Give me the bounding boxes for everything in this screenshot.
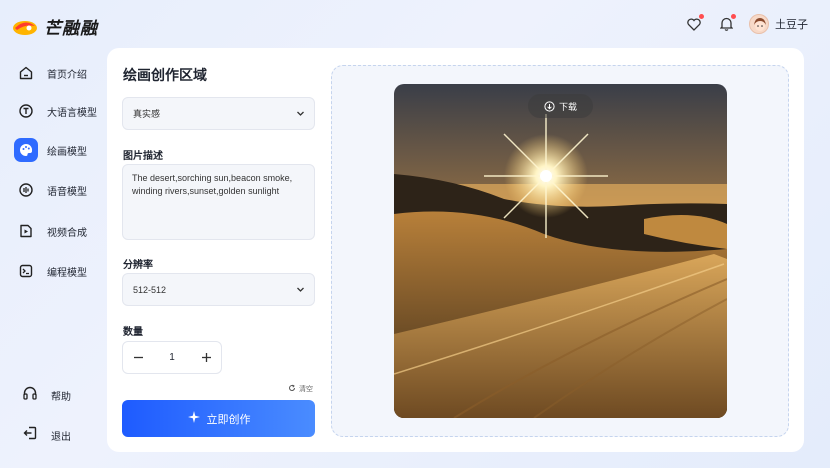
sidebar-item-label: 语音模型 <box>47 186 87 198</box>
refresh-icon <box>288 384 296 394</box>
audio-icon <box>14 178 38 202</box>
bell-icon[interactable] <box>717 14 736 33</box>
sidebar-item-llm[interactable]: 大语言模型 <box>14 98 97 124</box>
page-title: 绘画创作区域 <box>123 67 207 83</box>
sidebar: 首页介绍 大语言模型 绘画模型 语音模型 视频合成 编程模型 帮助 退出 <box>0 56 105 468</box>
username: 土豆子 <box>775 19 808 31</box>
resolution-label: 分辨率 <box>123 260 153 271</box>
style-select[interactable]: 真实感 <box>122 97 315 130</box>
header-actions: 土豆子 <box>685 14 808 34</box>
app-logo[interactable]: 芒融融 <box>12 14 98 39</box>
logo-mark-icon <box>12 16 38 38</box>
sidebar-item-label: 视频合成 <box>47 227 87 239</box>
sidebar-item-label: 大语言模型 <box>47 107 97 119</box>
increment-button[interactable] <box>197 349 215 367</box>
sidebar-item-label: 首页介绍 <box>47 69 87 81</box>
logo-text: 芒融融 <box>44 19 98 38</box>
heart-icon[interactable] <box>685 14 704 33</box>
quantity-label: 数量 <box>123 327 143 338</box>
chevron-down-icon <box>296 285 305 296</box>
generated-image[interactable]: 下载 <box>394 84 727 418</box>
logout-icon <box>22 425 38 446</box>
sidebar-item-audio[interactable]: 语音模型 <box>14 177 87 203</box>
palette-icon <box>14 138 38 162</box>
sidebar-item-home[interactable]: 首页介绍 <box>14 60 87 86</box>
terminal-icon <box>14 259 38 283</box>
main-card: 绘画创作区域 真实感 图片描述 The desert,sorching sun,… <box>107 48 804 452</box>
user-menu[interactable]: 土豆子 <box>749 14 808 34</box>
help-button[interactable]: 帮助 <box>22 385 71 405</box>
resolution-select-value: 512-512 <box>133 284 167 295</box>
logout-label: 退出 <box>51 431 71 443</box>
quantity-stepper: 1 <box>122 341 222 374</box>
sidebar-item-video[interactable]: 视频合成 <box>14 218 87 244</box>
headphones-icon <box>22 385 38 406</box>
image-preview-area: 下载 <box>331 65 789 437</box>
download-icon <box>544 100 555 112</box>
sidebar-item-label: 编程模型 <box>47 267 87 279</box>
sidebar-item-coding[interactable]: 编程模型 <box>14 258 87 284</box>
resolution-select[interactable]: 512-512 <box>122 273 315 306</box>
home-icon <box>14 61 38 85</box>
decrement-button[interactable] <box>129 349 147 367</box>
quantity-value[interactable]: 1 <box>169 352 175 363</box>
chevron-down-icon <box>296 109 305 120</box>
notifications-badge <box>731 14 736 19</box>
logout-button[interactable]: 退出 <box>22 425 71 445</box>
sparkle-icon <box>187 410 201 427</box>
video-icon <box>14 219 38 243</box>
download-label: 下载 <box>558 101 577 112</box>
description-label: 图片描述 <box>123 151 163 162</box>
style-select-value: 真实感 <box>133 109 161 119</box>
download-button[interactable]: 下载 <box>528 94 593 118</box>
clear-label: 清空 <box>299 386 313 393</box>
create-button[interactable]: 立即创作 <box>122 400 315 437</box>
sidebar-item-painting[interactable]: 绘画模型 <box>14 137 87 163</box>
create-label: 立即创作 <box>206 413 251 426</box>
help-label: 帮助 <box>51 391 71 403</box>
sidebar-item-label: 绘画模型 <box>47 146 87 158</box>
clear-button[interactable]: 清空 <box>288 384 313 394</box>
favorites-badge <box>699 14 704 19</box>
avatar <box>749 14 769 34</box>
llm-icon <box>14 99 38 123</box>
description-textarea[interactable]: The desert,sorching sun,beacon smoke, wi… <box>122 164 315 240</box>
